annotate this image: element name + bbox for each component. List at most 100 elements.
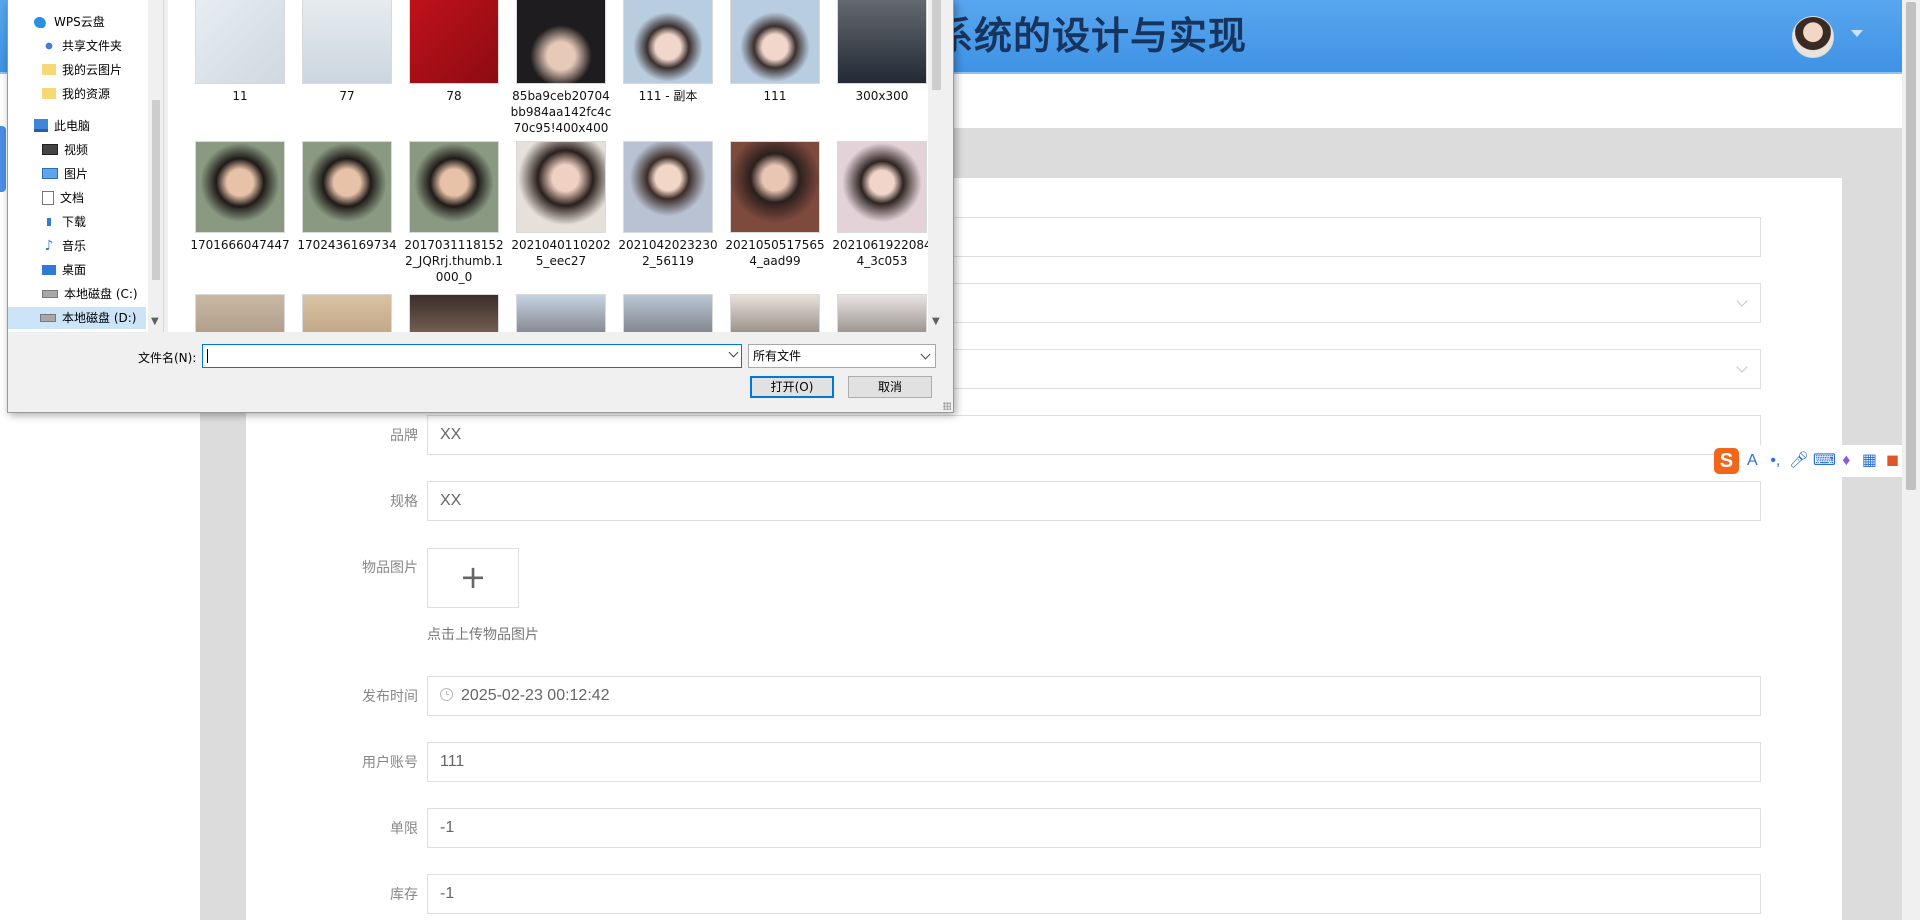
file-item[interactable]: 20170311181522_JQRrj.thumb.1000_0 <box>402 141 506 285</box>
disk-icon <box>40 313 56 322</box>
tree-scrollbar[interactable]: ▼ <box>148 0 163 332</box>
file-item[interactable]: 20210505175654_aad99 <box>723 141 827 269</box>
mic-icon[interactable]: 🎤︎ <box>1789 450 1809 472</box>
form-row-spec: 规格 XX <box>246 481 1842 523</box>
tree-item-pictures[interactable]: 图片 <box>42 163 88 185</box>
tree-item-wps-cloud[interactable]: WPS云盘 <box>34 11 105 33</box>
chevron-down-icon[interactable]: ▼ <box>151 316 159 327</box>
tree-item-documents[interactable]: 文档 <box>42 187 84 209</box>
shirt-icon[interactable]: ♦ <box>1837 450 1856 472</box>
open-button[interactable]: 打开(O) <box>750 376 834 398</box>
tree-item-my-resources[interactable]: 我的资源 <box>42 83 110 105</box>
image-upload-button[interactable]: + <box>427 548 519 608</box>
music-icon: ♪ <box>44 237 54 254</box>
folder-icon <box>42 64 56 75</box>
file-item[interactable]: 20210420232302_56119 <box>616 141 720 269</box>
clock-icon <box>440 688 453 702</box>
file-item[interactable] <box>402 294 506 332</box>
form-row-stock: 库存 -1 <box>246 874 1842 916</box>
file-item[interactable]: 1701666047447 <box>188 141 292 253</box>
limit-label: 单限 <box>390 821 418 837</box>
image-thumbnail <box>623 0 713 84</box>
image-thumbnail <box>409 294 499 332</box>
filename-input[interactable] <box>202 344 742 368</box>
pc-icon <box>34 119 48 132</box>
image-thumbnail <box>516 141 606 233</box>
tree-scrollbar-thumb[interactable] <box>152 100 160 280</box>
image-thumbnail <box>195 294 285 332</box>
limit-input[interactable]: -1 <box>427 808 1761 848</box>
image-thumbnail <box>623 141 713 233</box>
form-row-publish-time: 发布时间 2025-02-23 00:12:42 <box>246 676 1842 718</box>
publish-time-value: 2025-02-23 00:12:42 <box>461 687 610 704</box>
ime-mode-button[interactable]: A <box>1743 450 1762 472</box>
tree-item-music[interactable]: ♪ 音乐 <box>42 235 86 257</box>
brand-input[interactable]: XX <box>427 415 1761 455</box>
file-item[interactable] <box>295 294 399 332</box>
file-item[interactable]: 111 - 副本 <box>616 0 720 104</box>
image-upload-hint: 点击上传物品图片 <box>427 627 539 643</box>
caret-down-icon[interactable] <box>1851 30 1863 37</box>
resize-grip-icon[interactable] <box>943 402 951 410</box>
image-thumbnail <box>516 294 606 332</box>
file-item[interactable]: 78 <box>402 0 506 104</box>
user-avatar[interactable] <box>1792 16 1834 58</box>
filetype-value: 所有文件 <box>753 349 802 363</box>
file-item[interactable] <box>509 294 613 332</box>
tree-item-this-pc[interactable]: 此电脑 <box>34 115 90 137</box>
file-open-dialog: WPS云盘 共享文件夹 我的云图片 我的资源 此电脑 视频 图片 文档 下载 ♪… <box>7 0 954 413</box>
chevron-down-icon[interactable]: ▼ <box>932 316 940 327</box>
tree-item-shared-folder[interactable]: 共享文件夹 <box>42 35 122 57</box>
file-item[interactable] <box>616 294 720 332</box>
file-item[interactable]: 77 <box>295 0 399 104</box>
page-scrollbar-thumb[interactable] <box>1906 2 1916 490</box>
filename-label: 文件名(N): <box>138 351 197 365</box>
ime-punctuation-button[interactable]: •, <box>1766 450 1785 472</box>
tree-item-videos[interactable]: 视频 <box>42 139 88 161</box>
file-item[interactable]: 11 <box>188 0 292 104</box>
file-grid-scrollbar[interactable]: ▼ <box>928 0 944 332</box>
file-item[interactable] <box>830 294 934 332</box>
grid-icon[interactable]: ▦ <box>1860 450 1879 472</box>
file-item[interactable]: 20210401102025_eec27 <box>509 141 613 269</box>
tree-item-disk-d[interactable]: 本地磁盘 (D:) <box>8 307 146 329</box>
form-row-brand: 品牌 XX <box>246 415 1842 457</box>
image-thumbnail <box>837 294 927 332</box>
stock-label: 库存 <box>390 887 418 903</box>
tree-item-disk-c[interactable]: 本地磁盘 (C:) <box>42 283 138 305</box>
folder-tree: WPS云盘 共享文件夹 我的云图片 我的资源 此电脑 视频 图片 文档 下载 ♪… <box>8 0 164 332</box>
disk-icon <box>42 289 58 298</box>
image-thumbnail <box>516 0 606 84</box>
spec-input[interactable]: XX <box>427 481 1761 521</box>
file-item[interactable]: 20210619220844_3c053 <box>830 141 934 269</box>
image-thumbnail <box>409 0 499 84</box>
chevron-down-icon[interactable] <box>728 347 739 358</box>
nav-active-indicator <box>0 126 6 192</box>
file-item[interactable]: 1702436169734 <box>295 141 399 253</box>
file-item[interactable]: 85ba9ceb20704bb984aa142fc4c70c95!400x400 <box>509 0 613 136</box>
ime-logo-icon[interactable]: S <box>1714 448 1739 474</box>
keyboard-icon[interactable]: ⌨︎ <box>1813 450 1836 472</box>
file-item[interactable] <box>188 294 292 332</box>
image-thumbnail <box>730 0 820 84</box>
tree-item-cloud-pictures[interactable]: 我的云图片 <box>42 59 122 81</box>
share-icon <box>42 39 56 52</box>
tree-item-desktop[interactable]: 桌面 <box>42 259 86 281</box>
text-caret <box>207 349 208 363</box>
file-item[interactable] <box>723 294 827 332</box>
account-input[interactable]: 111 <box>427 742 1761 782</box>
publish-time-input[interactable]: 2025-02-23 00:12:42 <box>427 676 1761 716</box>
toolbox-icon[interactable]: ◼ <box>1883 450 1902 472</box>
filetype-select[interactable]: 所有文件 <box>748 344 936 368</box>
file-item[interactable]: 300x300 <box>830 0 934 104</box>
image-thumbnail <box>409 141 499 233</box>
chevron-down-icon <box>920 349 931 360</box>
brand-label: 品牌 <box>390 428 418 444</box>
cancel-button[interactable]: 取消 <box>848 376 932 398</box>
file-item[interactable]: 111 <box>723 0 827 104</box>
file-grid-scrollbar-thumb[interactable] <box>932 0 941 90</box>
image-thumbnail <box>195 0 285 84</box>
stock-input[interactable]: -1 <box>427 874 1761 914</box>
cloud-icon <box>34 15 48 28</box>
tree-item-downloads[interactable]: 下载 <box>42 211 86 233</box>
